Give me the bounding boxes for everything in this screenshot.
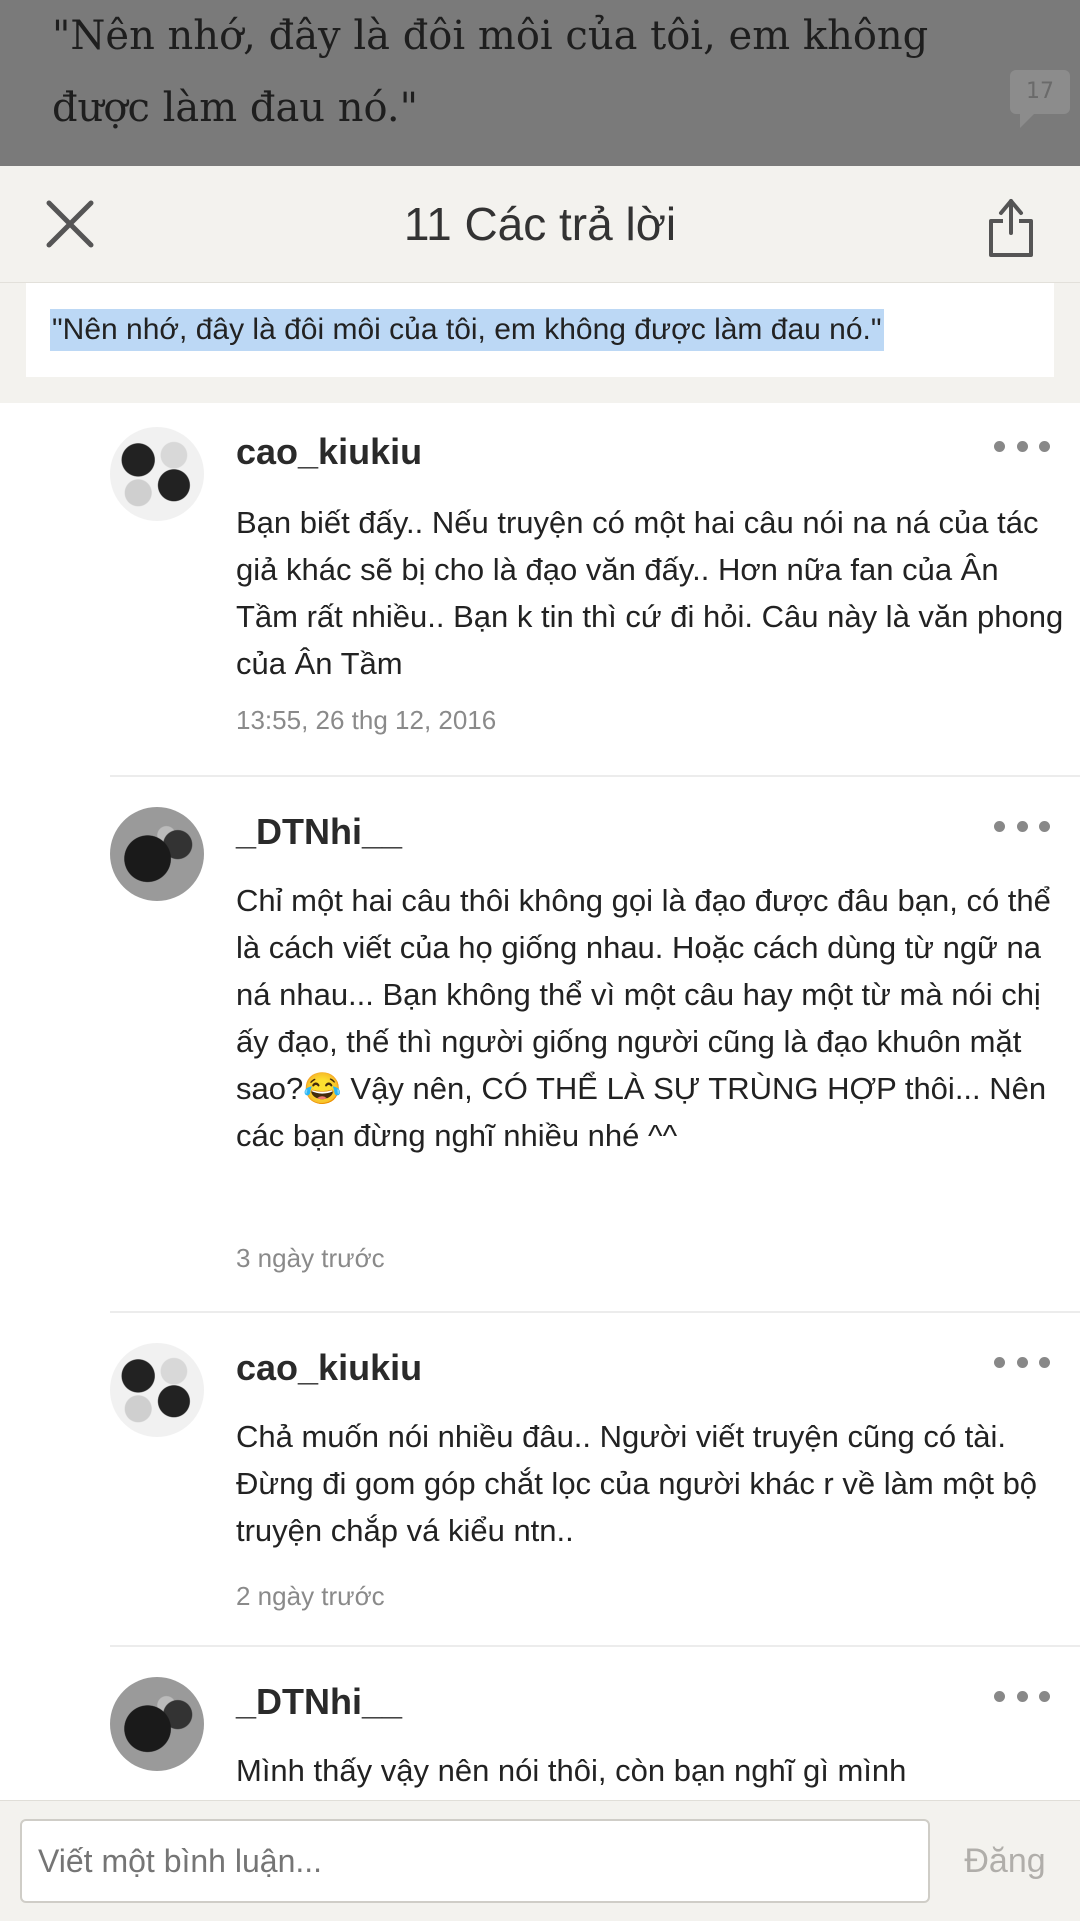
- comment-item: _DTNhi__ Chỉ một hai câu thôi không gọi …: [110, 777, 1080, 1313]
- post-button[interactable]: Đăng: [950, 1819, 1060, 1903]
- dot-icon: [1016, 440, 1028, 452]
- story-backdrop: "Nên nhớ, đây là đôi môi của tôi, em khô…: [0, 0, 1080, 166]
- comment-count-label: 17: [1026, 79, 1054, 104]
- share-icon: [989, 199, 1033, 257]
- dot-icon: [994, 1690, 1005, 1702]
- avatar[interactable]: [110, 427, 204, 521]
- replies-header: 11 Các trả lời: [0, 166, 1080, 283]
- quote-section: "Nên nhớ, đây là đôi môi của tôi, em khô…: [0, 283, 1080, 403]
- comment-text: Mình thấy vậy nên nói thôi, còn bạn nghĩ…: [236, 1753, 907, 1788]
- comment-text: Bạn biết đấy.. Nếu truyện có một hai câu…: [236, 505, 1064, 681]
- avatar[interactable]: [110, 807, 204, 901]
- avatar[interactable]: [110, 1343, 204, 1437]
- more-options-button[interactable]: [994, 431, 1050, 461]
- comment-input[interactable]: [20, 1819, 930, 1903]
- comments-list[interactable]: cao_kiukiu Bạn biết đấy.. Nếu truyện có …: [0, 403, 1080, 1800]
- comment-text: Chả muốn nói nhiều đâu.. Người viết truy…: [236, 1419, 1038, 1548]
- comment-username[interactable]: cao_kiukiu: [236, 431, 422, 473]
- dot-icon: [1016, 1356, 1028, 1368]
- comment-count-badge[interactable]: 17: [1010, 70, 1070, 128]
- dot-icon: [1039, 820, 1050, 832]
- more-options-button[interactable]: [994, 811, 1050, 841]
- more-options-button[interactable]: [994, 1347, 1050, 1377]
- quote-box: "Nên nhớ, đây là đôi môi của tôi, em khô…: [26, 283, 1054, 377]
- dot-icon: [1016, 820, 1028, 832]
- comment-timestamp: 2 ngày trước: [236, 1581, 385, 1611]
- share-button[interactable]: [978, 188, 1044, 264]
- more-options-button[interactable]: [994, 1681, 1050, 1711]
- comment-username[interactable]: _DTNhi__: [236, 1681, 402, 1723]
- page-title: 11 Các trả lời: [403, 198, 677, 250]
- comment-item: cao_kiukiu Bạn biết đấy.. Nếu truyện có …: [110, 403, 1080, 777]
- comment-timestamp: 13:55, 26 thg 12, 2016: [236, 705, 497, 735]
- comment-timestamp: 3 ngày trước: [236, 1243, 385, 1273]
- comment-username[interactable]: cao_kiukiu: [236, 1347, 422, 1389]
- comment-text: Chỉ một hai câu thôi không gọi là đạo đư…: [236, 883, 1051, 1153]
- dot-icon: [994, 1356, 1005, 1368]
- dot-icon: [1039, 1690, 1050, 1702]
- comment-composer: Đăng: [0, 1800, 1080, 1921]
- dot-icon: [994, 820, 1005, 832]
- comment-username[interactable]: _DTNhi__: [236, 811, 402, 853]
- dot-icon: [1016, 1690, 1028, 1702]
- dot-icon: [1039, 440, 1050, 452]
- highlighted-quote: "Nên nhớ, đây là đôi môi của tôi, em khô…: [50, 309, 884, 351]
- dot-icon: [994, 440, 1005, 452]
- dot-icon: [1039, 1356, 1050, 1368]
- story-paragraph: "Nên nhớ, đây là đôi môi của tôi, em khô…: [52, 13, 929, 131]
- comment-item: _DTNhi__ Mình thấy vậy nên nói thôi, còn…: [110, 1647, 1080, 1800]
- avatar[interactable]: [110, 1677, 204, 1771]
- comment-item: cao_kiukiu Chả muốn nói nhiều đâu.. Ngườ…: [110, 1313, 1080, 1647]
